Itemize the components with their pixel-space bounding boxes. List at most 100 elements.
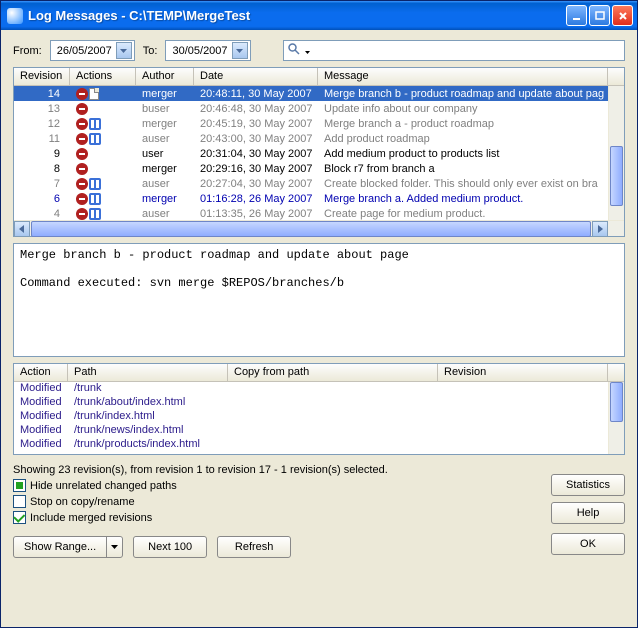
stop-on-copy-label: Stop on copy/rename	[30, 496, 135, 508]
mod-icon	[76, 133, 88, 145]
cell-message: Merge branch a. Added medium product.	[318, 193, 608, 205]
status-text: Showing 23 revision(s), from revision 1 …	[13, 464, 551, 476]
cell-date: 20:31:04, 30 May 2007	[194, 148, 318, 160]
revisions-rows[interactable]: 14merger20:48:11, 30 May 2007Merge branc…	[14, 86, 624, 220]
cell-message: Add product roadmap	[318, 133, 608, 145]
checkbox-icon	[13, 511, 26, 524]
cell-action: Modified	[14, 396, 68, 410]
paths-rows[interactable]: Modified/trunkModified/trunk/about/index…	[14, 382, 624, 454]
col-author[interactable]: Author	[136, 68, 194, 85]
cell-revision: 6	[14, 193, 70, 205]
cell-author: buser	[136, 103, 194, 115]
list-item[interactable]: Modified/trunk/news/index.html	[14, 424, 624, 438]
refresh-button[interactable]: Refresh	[217, 536, 291, 558]
table-row[interactable]: 8merger20:29:16, 30 May 2007Block r7 fro…	[14, 161, 624, 176]
include-merged-label: Include merged revisions	[30, 512, 152, 524]
scrollbar-thumb[interactable]	[610, 146, 623, 206]
cell-revision: 4	[14, 208, 70, 220]
scroll-right-icon[interactable]	[592, 221, 608, 237]
cell-actions	[70, 103, 136, 115]
list-item[interactable]: Modified/trunk	[14, 382, 624, 396]
mod-icon	[76, 118, 88, 130]
hide-unrelated-label: Hide unrelated changed paths	[30, 480, 177, 492]
cell-copy-from	[228, 424, 438, 438]
cell-action: Modified	[14, 410, 68, 424]
cell-author: merger	[136, 193, 194, 205]
cell-date: 01:13:35, 26 May 2007	[194, 208, 318, 220]
window-title: Log Messages - C:\TEMP\MergeTest	[28, 8, 566, 23]
table-row[interactable]: 4auser01:13:35, 26 May 2007Create page f…	[14, 206, 624, 220]
revisions-column-headers[interactable]: Revision Actions Author Date Message	[14, 68, 624, 86]
cell-date: 20:45:19, 30 May 2007	[194, 118, 318, 130]
search-input[interactable]	[283, 40, 625, 61]
to-label: To:	[143, 45, 158, 57]
from-label: From:	[13, 45, 42, 57]
chevron-down-icon[interactable]	[106, 537, 122, 557]
merge-icon	[89, 118, 101, 130]
hide-unrelated-checkbox[interactable]: Hide unrelated changed paths	[13, 479, 551, 492]
scrollbar-thumb[interactable]	[31, 221, 591, 237]
help-button[interactable]: Help	[551, 502, 625, 524]
cell-actions	[70, 118, 136, 130]
table-row[interactable]: 6merger01:16:28, 26 May 2007Merge branch…	[14, 191, 624, 206]
table-row[interactable]: 11auser20:43:00, 30 May 2007Add product …	[14, 131, 624, 146]
commit-message-detail[interactable]: Merge branch b - product roadmap and upd…	[13, 243, 625, 357]
cell-revision: 12	[14, 118, 70, 130]
scroll-left-icon[interactable]	[14, 221, 30, 237]
cell-actions	[70, 208, 136, 220]
cell-revision: 14	[14, 88, 70, 100]
cell-path: /trunk/products/index.html	[68, 438, 228, 452]
col-message[interactable]: Message	[318, 68, 608, 85]
col-date[interactable]: Date	[194, 68, 318, 85]
from-date-dropdown-icon[interactable]	[116, 42, 132, 59]
maximize-button[interactable]	[589, 5, 610, 26]
titlebar[interactable]: Log Messages - C:\TEMP\MergeTest	[1, 1, 637, 30]
cell-path: /trunk	[68, 382, 228, 396]
show-range-button[interactable]: Show Range...	[13, 536, 123, 558]
list-item[interactable]: Modified/trunk/index.html	[14, 410, 624, 424]
ok-button[interactable]: OK	[551, 533, 625, 555]
stop-on-copy-checkbox[interactable]: Stop on copy/rename	[13, 495, 551, 508]
revisions-horizontal-scrollbar[interactable]	[14, 220, 624, 236]
statistics-button[interactable]: Statistics	[551, 474, 625, 496]
col-actions[interactable]: Actions	[70, 68, 136, 85]
filter-row: From: 26/05/2007 To: 30/05/2007	[13, 40, 625, 61]
pcol-path[interactable]: Path	[68, 364, 228, 381]
revisions-vertical-scrollbar[interactable]	[608, 86, 624, 220]
cell-copy-from	[228, 396, 438, 410]
cell-revision: 13	[14, 103, 70, 115]
mod-icon	[76, 88, 88, 100]
next-100-button[interactable]: Next 100	[133, 536, 207, 558]
col-revision[interactable]: Revision	[14, 68, 70, 85]
cell-message: Merge branch a - product roadmap	[318, 118, 608, 130]
cell-author: user	[136, 148, 194, 160]
cell-revision	[438, 410, 608, 424]
list-item[interactable]: Modified/trunk/products/index.html	[14, 438, 624, 452]
minimize-button[interactable]	[566, 5, 587, 26]
table-row[interactable]: 9user20:31:04, 30 May 2007Add medium pro…	[14, 146, 624, 161]
from-date-input[interactable]: 26/05/2007	[50, 40, 135, 61]
pcol-copy[interactable]: Copy from path	[228, 364, 438, 381]
pcol-action[interactable]: Action	[14, 364, 68, 381]
table-row[interactable]: 14merger20:48:11, 30 May 2007Merge branc…	[14, 86, 624, 101]
close-button[interactable]	[612, 5, 633, 26]
list-item[interactable]: Modified/trunk/about/index.html	[14, 396, 624, 410]
to-date-dropdown-icon[interactable]	[232, 42, 248, 59]
paths-column-headers[interactable]: Action Path Copy from path Revision	[14, 364, 624, 382]
cell-date: 20:46:48, 30 May 2007	[194, 103, 318, 115]
table-row[interactable]: 13buser20:46:48, 30 May 2007Update info …	[14, 101, 624, 116]
cell-message: Merge branch b - product roadmap and upd…	[318, 88, 608, 100]
cell-date: 20:29:16, 30 May 2007	[194, 163, 318, 175]
paths-vertical-scrollbar[interactable]	[608, 382, 624, 454]
table-row[interactable]: 12merger20:45:19, 30 May 2007Merge branc…	[14, 116, 624, 131]
cell-actions	[70, 88, 136, 100]
scrollbar-thumb[interactable]	[610, 382, 623, 422]
include-merged-checkbox[interactable]: Include merged revisions	[13, 511, 551, 524]
cell-actions	[70, 163, 136, 175]
mod-icon	[76, 163, 88, 175]
pcol-revision[interactable]: Revision	[438, 364, 608, 381]
cell-path: /trunk/index.html	[68, 410, 228, 424]
search-dropdown-icon[interactable]	[305, 45, 310, 57]
table-row[interactable]: 7auser20:27:04, 30 May 2007Create blocke…	[14, 176, 624, 191]
to-date-input[interactable]: 30/05/2007	[165, 40, 250, 61]
